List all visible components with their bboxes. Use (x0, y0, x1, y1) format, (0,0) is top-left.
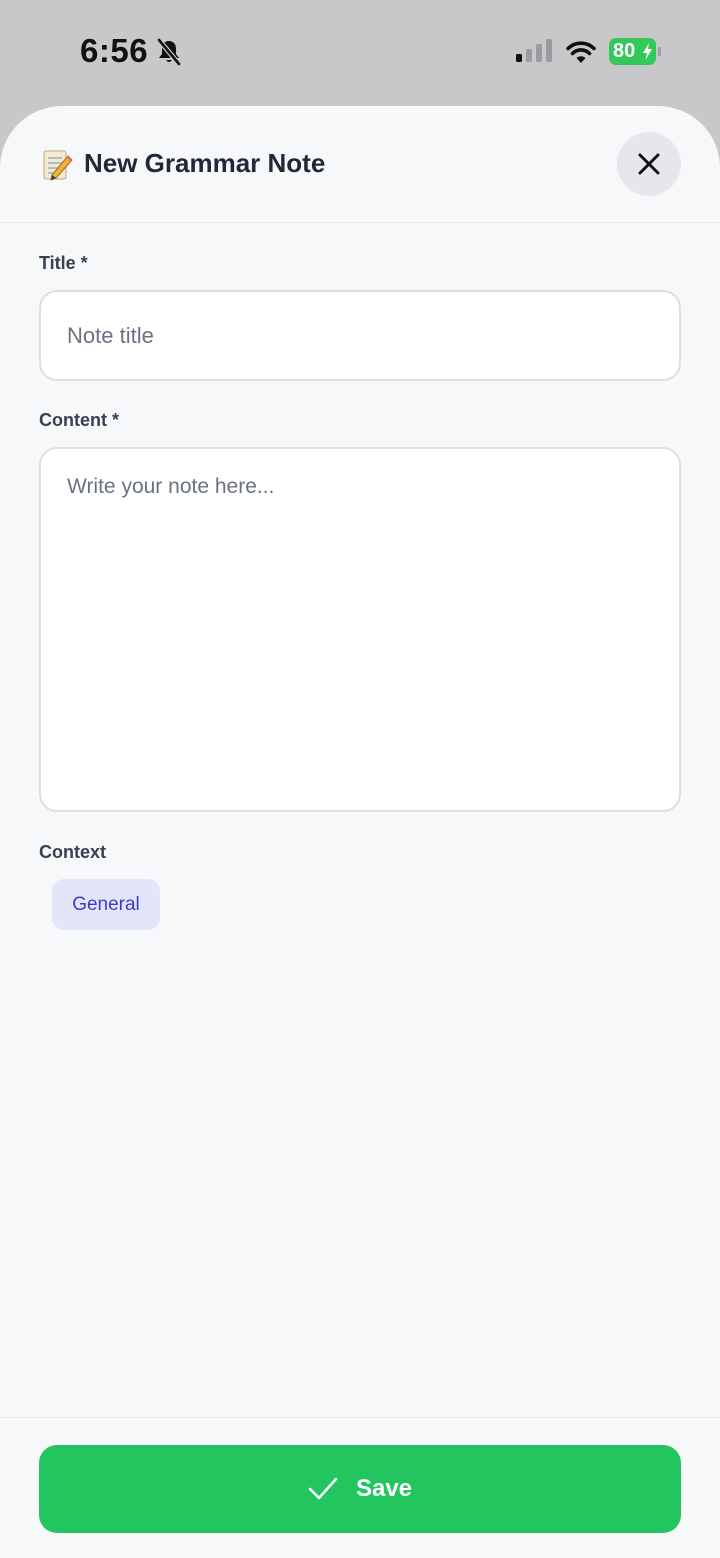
battery-level-text: 80 (613, 40, 636, 62)
battery-charging-icon: 80 (609, 38, 661, 65)
sheet-header: New Grammar Note (0, 106, 720, 223)
content-textarea[interactable] (39, 447, 681, 812)
wifi-icon (566, 41, 596, 63)
content-label: Content * (39, 410, 119, 430)
memo-icon (43, 150, 73, 181)
status-bar: 6:56 80 (0, 0, 720, 104)
title-input[interactable] (39, 290, 681, 381)
bell-slash-icon (157, 38, 181, 66)
context-chip-general[interactable]: General (52, 879, 160, 930)
sheet-footer: Save (0, 1417, 720, 1558)
close-icon (638, 153, 660, 175)
context-label: Context (39, 842, 106, 862)
checkmark-icon (308, 1477, 338, 1500)
title-label: Title * (39, 253, 88, 273)
page-title: New Grammar Note (84, 148, 326, 178)
battery-tip (658, 47, 661, 56)
close-button[interactable] (617, 132, 681, 196)
save-label: Save (355, 1475, 413, 1502)
bolt-icon (643, 43, 652, 60)
save-button[interactable]: Save (39, 1445, 681, 1533)
new-note-sheet: New Grammar Note Title * Content * Conte… (0, 106, 720, 1558)
status-time: 6:56 (80, 32, 149, 69)
cellular-signal-icon (516, 39, 552, 62)
